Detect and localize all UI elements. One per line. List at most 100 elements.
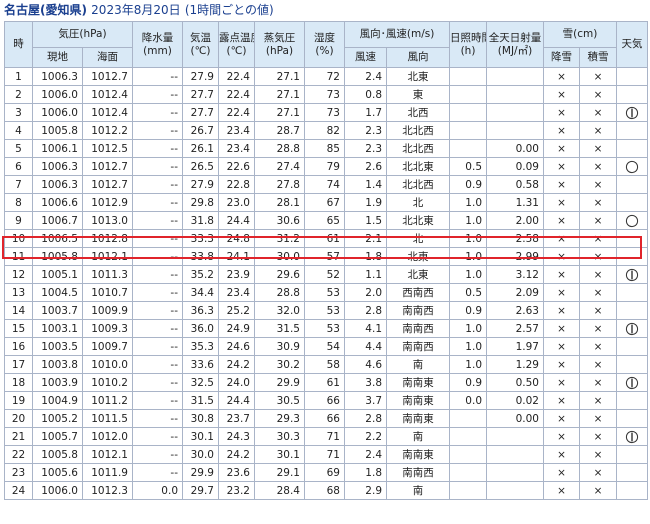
pressure-sea-cell: 1010.0: [82, 355, 133, 374]
pressure-station-cell: 1006.3: [32, 157, 83, 176]
wind-speed-cell: 2.0: [344, 283, 387, 302]
precip-cell: 0.0: [132, 481, 183, 500]
wind-direction-cell: 南南東: [386, 409, 450, 428]
precip-cell: --: [132, 283, 183, 302]
hour-cell: 1: [4, 67, 33, 86]
thunder-icon: [625, 430, 639, 443]
dewpoint-cell: 24.4: [218, 391, 255, 410]
precip-cell: --: [132, 301, 183, 320]
temp-cell: 32.5: [182, 373, 219, 392]
hour-cell: 22: [4, 445, 33, 464]
weather-cell: [616, 193, 649, 212]
weather-cell: [616, 319, 649, 338]
sunshine-cell: [449, 85, 487, 104]
temp-cell: 27.9: [182, 67, 219, 86]
weather-cell: [616, 391, 649, 410]
precip-cell: --: [132, 67, 183, 86]
snowfall-cell: ×: [543, 139, 580, 158]
temp-cell: 33.6: [182, 355, 219, 374]
snowfall-cell: ×: [543, 283, 580, 302]
solar-cell: 0.50: [486, 373, 544, 392]
solar-cell: [486, 85, 544, 104]
temp-cell: 27.7: [182, 85, 219, 104]
precip-cell: --: [132, 139, 183, 158]
pressure-sea-cell: 1012.2: [82, 121, 133, 140]
wind-direction-cell: 南南西: [386, 319, 450, 338]
precip-cell: --: [132, 211, 183, 230]
table-row: 5 1006.1 1012.5 -- 26.1 23.4 28.8 85 2.3 北北西 0.00 ×…: [4, 139, 649, 158]
wind-speed-cell: 2.8: [344, 409, 387, 428]
snowfall-cell: ×: [543, 319, 580, 338]
solar-cell: 0.02: [486, 391, 544, 410]
vapor-cell: 30.9: [254, 337, 305, 356]
temp-cell: 30.1: [182, 427, 219, 446]
humidity-cell: 52: [304, 265, 345, 284]
precip-cell: --: [132, 157, 183, 176]
weather-cell: [616, 373, 649, 392]
solar-cell: 2.63: [486, 301, 544, 320]
pressure-station-cell: 1006.1: [32, 139, 83, 158]
pressure-station-cell: 1006.7: [32, 211, 83, 230]
wind-speed-cell: 1.8: [344, 463, 387, 482]
clear-circle-icon: [625, 160, 639, 173]
vapor-cell: 27.1: [254, 67, 305, 86]
pressure-sea-cell: 1012.9: [82, 193, 133, 212]
pressure-station-cell: 1006.0: [32, 481, 83, 500]
solar-cell: 2.57: [486, 319, 544, 338]
table-row: 10 1006.5 1012.8 -- 33.3 24.8 31.2 61 2.1 北 1.0 2.5…: [4, 229, 649, 248]
humidity-cell: 65: [304, 211, 345, 230]
weather-cell: [616, 175, 649, 194]
snow-depth-cell: ×: [578, 121, 618, 140]
precip-cell: --: [132, 445, 183, 464]
snowfall-cell: ×: [543, 391, 580, 410]
solar-cell: 1.31: [486, 193, 544, 212]
pressure-station-cell: 1003.5: [32, 337, 83, 356]
snow-depth-cell: ×: [578, 175, 618, 194]
dewpoint-cell: 22.4: [218, 103, 255, 122]
pressure-sea-cell: 1012.0: [82, 427, 133, 446]
snowfall-cell: ×: [543, 193, 580, 212]
pressure-sea-cell: 1011.2: [82, 391, 133, 410]
snowfall-cell: ×: [543, 373, 580, 392]
sunshine-cell: [449, 445, 487, 464]
solar-cell: [486, 445, 544, 464]
dewpoint-cell: 23.6: [218, 463, 255, 482]
sunshine-cell: [449, 103, 487, 122]
vapor-cell: 30.2: [254, 355, 305, 374]
pressure-station-cell: 1006.6: [32, 193, 83, 212]
vapor-cell: 30.5: [254, 391, 305, 410]
solar-cell: 2.00: [486, 211, 544, 230]
wind-speed-cell: 1.5: [344, 211, 387, 230]
pressure-station-cell: 1005.8: [32, 121, 83, 140]
pressure-sea-cell: 1012.7: [82, 175, 133, 194]
header-snowfall: 降雪: [543, 47, 580, 68]
weather-cell: [616, 247, 649, 266]
pressure-station-cell: 1003.8: [32, 355, 83, 374]
temp-cell: 33.3: [182, 229, 219, 248]
humidity-cell: 72: [304, 67, 345, 86]
dewpoint-cell: 24.0: [218, 373, 255, 392]
wind-speed-cell: 1.9: [344, 193, 387, 212]
snowfall-cell: ×: [543, 157, 580, 176]
humidity-cell: 53: [304, 301, 345, 320]
weather-cell: [616, 211, 649, 230]
snow-depth-cell: ×: [578, 229, 618, 248]
temp-cell: 29.7: [182, 481, 219, 500]
header-pressure: 気圧(hPa): [32, 21, 133, 48]
humidity-cell: 66: [304, 391, 345, 410]
sunshine-cell: [449, 67, 487, 86]
snowfall-cell: ×: [543, 67, 580, 86]
wind-direction-cell: 北: [386, 193, 450, 212]
precip-cell: --: [132, 175, 183, 194]
wind-speed-cell: 2.2: [344, 427, 387, 446]
wind-speed-cell: 3.8: [344, 373, 387, 392]
hour-cell: 18: [4, 373, 33, 392]
wind-speed-cell: 1.4: [344, 175, 387, 194]
sunshine-cell: 1.0: [449, 193, 487, 212]
snow-depth-cell: ×: [578, 283, 618, 302]
table-row: 13 1004.5 1010.7 -- 34.4 23.4 28.8 53 2.0 西南西 0.5 2…: [4, 283, 649, 302]
station-name: 名古屋(愛知県): [4, 3, 87, 17]
wind-speed-cell: 2.4: [344, 445, 387, 464]
table-row: 2 1006.0 1012.4 -- 27.7 22.4 27.1 73 0.8 東 × ×: [4, 85, 649, 104]
header-wind-speed: 風速: [344, 47, 387, 68]
